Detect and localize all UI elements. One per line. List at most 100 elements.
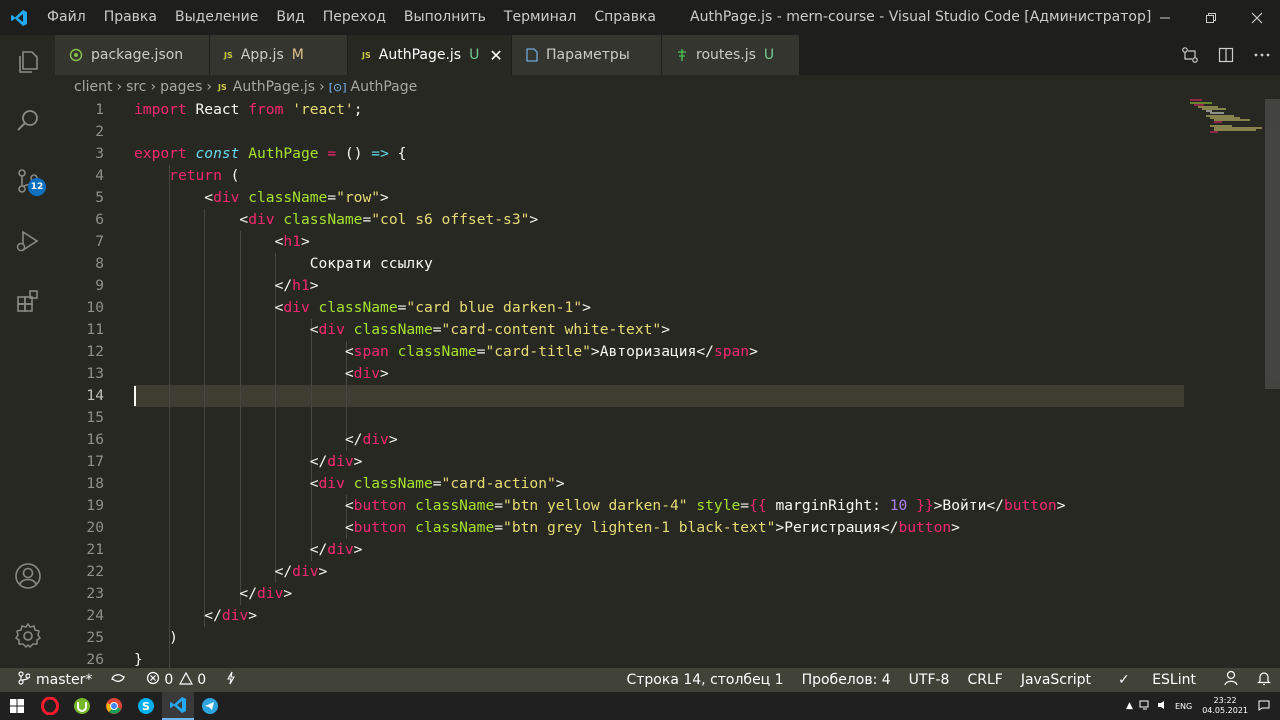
breadcrumb: client › src › pages › JS AuthPage.js › [⊙] …	[55, 75, 417, 99]
code-line[interactable]: 24 </div>	[55, 605, 1185, 627]
tab-settings[interactable]: Параметры	[512, 35, 662, 75]
accounts-icon[interactable]	[0, 551, 55, 601]
line-number: 18	[86, 475, 104, 492]
breadcrumb-item[interactable]: AuthPage.js	[233, 79, 315, 95]
error-count[interactable]: 0	[164, 672, 173, 688]
menu-selection[interactable]: Выделение	[166, 0, 267, 35]
encoding[interactable]: UTF-8	[900, 672, 959, 688]
code-line[interactable]: 6 <div className="col s6 offset-s3">	[55, 209, 1185, 231]
warning-count[interactable]: 0	[197, 672, 206, 688]
code-line[interactable]: 12 <span className="card-title">Авториза…	[55, 341, 1185, 363]
menu-help[interactable]: Справка	[585, 0, 665, 35]
errors-icon[interactable]	[146, 671, 160, 689]
show-hidden-icons[interactable]: ▲	[1126, 701, 1133, 711]
keyboard-language[interactable]: ENG	[1175, 702, 1192, 711]
cursor-position[interactable]: Строка 14, столбец 1	[617, 672, 792, 688]
code-line[interactable]: 4 return (	[55, 165, 1185, 187]
code-line[interactable]: 13 <div>	[55, 363, 1185, 385]
tab-package-json[interactable]: package.json	[55, 35, 210, 75]
git-branch[interactable]: master*	[36, 672, 92, 688]
notifications-bell-icon[interactable]	[1248, 670, 1280, 690]
code-line[interactable]: 19 <button className="btn yellow darken-…	[55, 495, 1185, 517]
vertical-scrollbar[interactable]	[1265, 99, 1280, 668]
action-center-icon[interactable]	[1258, 700, 1270, 713]
code-line[interactable]: 20 <button className="btn grey lighten-1…	[55, 517, 1185, 539]
menu-file[interactable]: Файл	[38, 0, 95, 35]
breadcrumb-item[interactable]: src	[126, 79, 146, 95]
tab-authpage-js[interactable]: JS AuthPage.js U ✕	[348, 35, 512, 75]
network-icon[interactable]	[1139, 700, 1151, 712]
scrollbar-thumb[interactable]	[1265, 99, 1280, 389]
code-line[interactable]: 11 <div className="card-content white-te…	[55, 319, 1185, 341]
json-file-icon	[69, 48, 83, 62]
explorer-icon[interactable]	[0, 37, 55, 87]
warning-icon[interactable]	[179, 671, 194, 689]
code-line[interactable]: 23 </div>	[55, 583, 1185, 605]
breadcrumb-item[interactable]: client	[74, 79, 112, 95]
telegram-icon[interactable]	[194, 692, 226, 720]
restore-button[interactable]	[1188, 0, 1234, 35]
code-line[interactable]: 16 </div>	[55, 429, 1185, 451]
breadcrumb-item[interactable]: pages	[160, 79, 202, 95]
code-line[interactable]: 3 export const AuthPage = () => {	[55, 143, 1185, 165]
feedback-icon[interactable]	[1214, 670, 1248, 690]
minimap[interactable]	[1190, 99, 1265, 139]
more-actions-icon[interactable]	[1244, 35, 1280, 75]
status-bar: master* 0 0 Строка 14, столбец 1 Пробело…	[0, 668, 1280, 692]
tab-git-status: U	[763, 47, 775, 63]
menu-view[interactable]: Вид	[267, 0, 313, 35]
tab-app-js[interactable]: JS App.js M	[210, 35, 348, 75]
clock[interactable]: 23:22 04.05.2021	[1202, 696, 1248, 716]
vscode-taskbar-icon[interactable]	[162, 692, 194, 720]
code-line[interactable]: 14	[55, 385, 1185, 407]
utorrent-icon[interactable]	[66, 692, 98, 720]
code-line[interactable]: 18 <div className="card-action">	[55, 473, 1185, 495]
settings-gear-icon[interactable]	[0, 611, 55, 661]
source-control-icon[interactable]: 12	[0, 156, 55, 206]
sync-icon[interactable]	[110, 672, 126, 688]
search-icon[interactable]	[0, 96, 55, 146]
code-line[interactable]: 5 <div className="row">	[55, 187, 1185, 209]
line-number: 14	[86, 387, 104, 404]
skype-icon[interactable]: S	[130, 692, 162, 720]
eslint-status[interactable]: ✓ ESLint	[1100, 672, 1214, 688]
breadcrumb-item[interactable]: AuthPage	[351, 79, 418, 95]
tab-label: package.json	[91, 47, 184, 63]
menu-edit[interactable]: Правка	[95, 0, 166, 35]
code-text: <div className="col s6 offset-s3">	[134, 211, 539, 228]
language-mode[interactable]: JavaScript	[1012, 672, 1100, 688]
run-debug-icon[interactable]	[0, 216, 55, 266]
close-tab-icon[interactable]: ✕	[489, 46, 502, 65]
code-line[interactable]: 25 )	[55, 627, 1185, 649]
code-text: </h1>	[134, 277, 319, 294]
code-line[interactable]: 10 <div className="card blue darken-1">	[55, 297, 1185, 319]
code-line[interactable]: 2	[55, 121, 1185, 143]
menu-run[interactable]: Выполнить	[395, 0, 495, 35]
code-line[interactable]: 22 </div>	[55, 561, 1185, 583]
code-line[interactable]: 15	[55, 407, 1185, 429]
menu-go[interactable]: Переход	[314, 0, 395, 35]
open-changes-icon[interactable]	[1172, 35, 1208, 75]
code-line[interactable]: 1 import React from 'react';	[55, 99, 1185, 121]
menu-terminal[interactable]: Терминал	[495, 0, 585, 35]
line-number: 22	[86, 563, 104, 580]
indentation[interactable]: Пробелов: 4	[793, 672, 900, 688]
minimize-button[interactable]	[1142, 0, 1188, 35]
code-editor[interactable]: 1 import React from 'react'; 2 3 export cons…	[55, 99, 1280, 671]
volume-icon[interactable]	[1157, 700, 1169, 712]
lightning-icon[interactable]	[226, 671, 236, 689]
tab-routes-js[interactable]: routes.js U	[662, 35, 800, 75]
extensions-icon[interactable]	[0, 276, 55, 326]
line-ending[interactable]: CRLF	[958, 672, 1011, 688]
code-line[interactable]: 21 </div>	[55, 539, 1185, 561]
close-window-button[interactable]	[1234, 0, 1280, 35]
split-editor-icon[interactable]	[1208, 35, 1244, 75]
opera-browser-icon[interactable]	[34, 692, 66, 720]
line-number: 5	[95, 189, 104, 206]
code-line[interactable]: 9 </h1>	[55, 275, 1185, 297]
code-line[interactable]: 17 </div>	[55, 451, 1185, 473]
windows-start-icon[interactable]	[0, 692, 34, 720]
code-line[interactable]: 7 <h1>	[55, 231, 1185, 253]
code-line[interactable]: 8 Сократи ссылку	[55, 253, 1185, 275]
chrome-browser-icon[interactable]	[98, 692, 130, 720]
